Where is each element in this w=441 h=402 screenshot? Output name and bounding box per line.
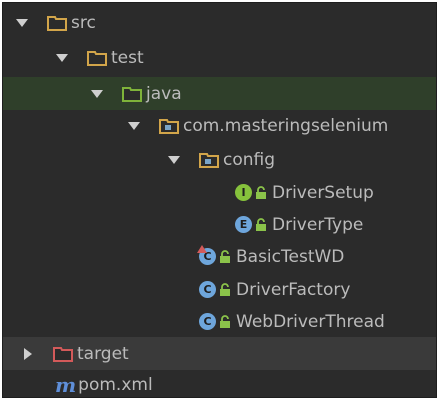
tree-row-test[interactable]: test bbox=[3, 41, 436, 74]
maven-icon: m bbox=[55, 372, 77, 397]
tree-label: target bbox=[77, 343, 129, 364]
test-class-icon: C bbox=[197, 245, 216, 265]
tree-label: BasicTestWD bbox=[236, 246, 345, 267]
tree-row-driversetup[interactable]: I DriverSetup bbox=[3, 176, 436, 209]
tree-label: src bbox=[71, 12, 96, 33]
package-icon bbox=[159, 118, 179, 134]
tree-label: DriverSetup bbox=[272, 182, 374, 203]
tree-label: DriverFactory bbox=[236, 279, 351, 300]
tree-row-src[interactable]: src bbox=[3, 6, 436, 39]
interface-icon: I bbox=[235, 184, 252, 201]
chevron-down-icon[interactable] bbox=[167, 153, 181, 167]
tree-row-com-masteringselenium[interactable]: com.masteringselenium bbox=[3, 109, 436, 142]
lock-icon bbox=[219, 282, 231, 297]
tree-row-basictestwd[interactable]: C BasicTestWD bbox=[3, 240, 436, 273]
tree-row-target[interactable]: target bbox=[3, 337, 436, 370]
folder-icon bbox=[87, 50, 107, 66]
tree-label: config bbox=[223, 149, 276, 170]
tree-row-driverfactory[interactable]: C DriverFactory bbox=[3, 273, 436, 306]
tree-row-webdriverthread[interactable]: C WebDriverThread bbox=[3, 305, 436, 338]
test-marker-icon bbox=[197, 245, 207, 253]
lock-icon bbox=[255, 185, 267, 200]
lock-icon bbox=[219, 314, 231, 329]
chevron-down-icon[interactable] bbox=[90, 87, 104, 101]
project-tree: src test java com.masteringselenium conf… bbox=[2, 2, 437, 398]
tree-label: pom.xml bbox=[78, 374, 153, 395]
tree-label: java bbox=[146, 83, 182, 104]
class-icon: C bbox=[199, 281, 216, 298]
excluded-folder-icon bbox=[53, 346, 73, 362]
class-icon: C bbox=[199, 313, 216, 330]
source-root-folder-icon bbox=[122, 86, 142, 102]
tree-label: DriverType bbox=[272, 214, 364, 235]
chevron-down-icon[interactable] bbox=[127, 119, 141, 133]
lock-icon bbox=[255, 217, 267, 232]
tree-row-java[interactable]: java bbox=[3, 77, 436, 110]
enum-icon: E bbox=[235, 216, 252, 233]
tree-label: com.masteringselenium bbox=[183, 115, 389, 136]
tree-row-pom-xml[interactable]: m pom.xml bbox=[3, 368, 436, 397]
tree-label: test bbox=[111, 47, 144, 68]
chevron-right-icon[interactable] bbox=[21, 347, 35, 361]
folder-icon bbox=[47, 15, 67, 31]
chevron-down-icon[interactable] bbox=[15, 16, 29, 30]
tree-row-config[interactable]: config bbox=[3, 143, 436, 176]
package-icon bbox=[199, 152, 219, 168]
chevron-down-icon[interactable] bbox=[55, 51, 69, 65]
tree-row-drivertype[interactable]: E DriverType bbox=[3, 208, 436, 241]
tree-label: WebDriverThread bbox=[236, 311, 385, 332]
lock-icon bbox=[219, 249, 231, 264]
